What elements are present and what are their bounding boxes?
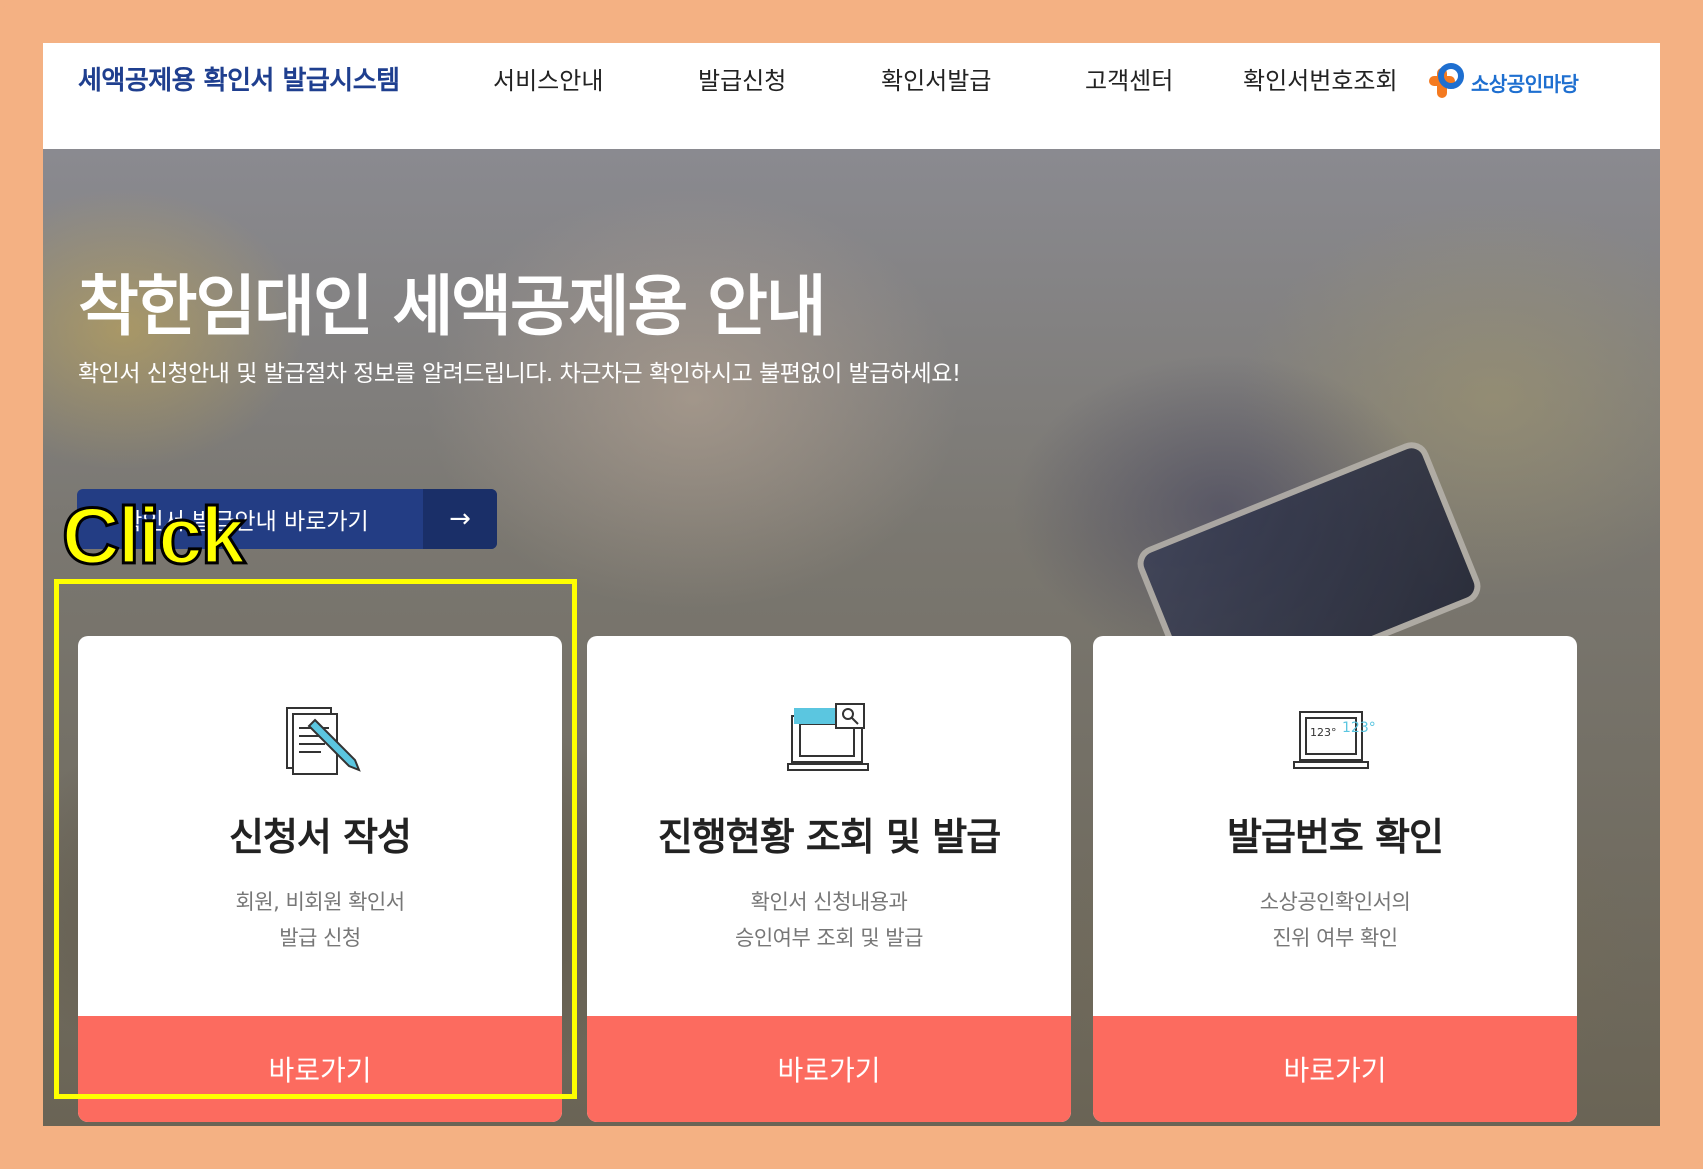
site-title[interactable]: 세액공제용 확인서 발급시스템 bbox=[78, 61, 400, 101]
monitor-search-icon bbox=[787, 703, 869, 771]
nav-customer-center[interactable]: 고객센터 bbox=[1085, 61, 1173, 101]
card-description: 소상공인확인서의 bbox=[1259, 890, 1411, 914]
hero-subtitle: 확인서 신청안내 및 발급절차 정보를 알려드립니다. 차근차근 확인하시고 불… bbox=[78, 361, 961, 387]
laptop-number-icon: 123° 123° bbox=[1293, 711, 1376, 769]
screenshot-frame: 세액공제용 확인서 발급시스템 서비스안내 발급신청 확인서발급 고객센터 확인… bbox=[0, 0, 1703, 1169]
click-highlight-box bbox=[54, 579, 577, 1099]
nav-service-info[interactable]: 서비스안내 bbox=[493, 61, 603, 101]
card-description: 진위 여부 확인 bbox=[1272, 926, 1398, 950]
hero-title: 착한임대인 세액공제용 안내 bbox=[78, 268, 827, 345]
card-title: 발급번호 확인 bbox=[1227, 815, 1444, 859]
card-issue-number-check[interactable]: 123° 123° 발급번호 확인 소상공인확인서의 진위 여부 확인 바로가기 bbox=[1093, 636, 1577, 1122]
site-header: 세액공제용 확인서 발급시스템 서비스안내 발급신청 확인서발급 고객센터 확인… bbox=[43, 43, 1660, 149]
click-annotation-label: Click bbox=[60, 490, 246, 582]
logo-text: 소상공인마당 bbox=[1471, 71, 1579, 96]
card-go-button[interactable]: 바로가기 bbox=[1093, 1016, 1577, 1122]
card-description: 승인여부 조회 및 발급 bbox=[735, 926, 923, 950]
sbiz-logo[interactable]: 소상공인마당 bbox=[1425, 57, 1579, 107]
card-description: 확인서 신청내용과 bbox=[750, 890, 908, 914]
number-text: 123° bbox=[1310, 726, 1337, 739]
nav-issue[interactable]: 확인서발급 bbox=[881, 61, 991, 101]
logo-mark-icon bbox=[1429, 63, 1464, 98]
arrow-right-icon: → bbox=[423, 489, 497, 549]
nav-number-lookup[interactable]: 확인서번호조회 bbox=[1243, 61, 1398, 101]
card-title: 진행현황 조회 및 발급 bbox=[657, 815, 1001, 859]
card-go-button[interactable]: 바로가기 bbox=[587, 1016, 1071, 1122]
nav-apply[interactable]: 발급신청 bbox=[698, 61, 786, 101]
card-progress-status[interactable]: 진행현황 조회 및 발급 확인서 신청내용과 승인여부 조회 및 발급 바로가기 bbox=[587, 636, 1071, 1122]
number-accent-text: 123° bbox=[1342, 720, 1376, 736]
